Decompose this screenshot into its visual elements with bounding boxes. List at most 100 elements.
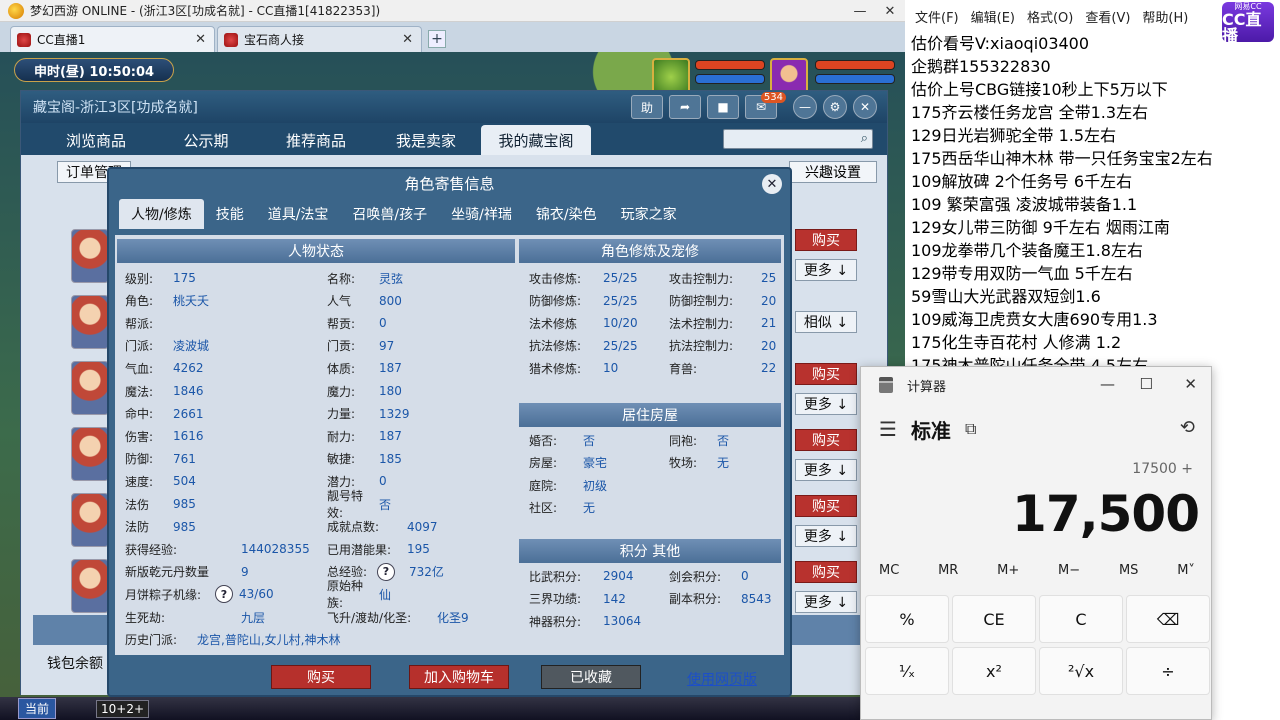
stat-label: 婚否: xyxy=(529,433,558,448)
search-icon[interactable]: ⌕ xyxy=(861,131,868,146)
stat-label: 法术修炼 xyxy=(529,316,578,331)
role-avatar[interactable] xyxy=(71,295,109,349)
nav-browse[interactable]: 浏览商品 xyxy=(41,125,151,155)
use-web-version-link[interactable]: 使用网页版 xyxy=(687,669,757,689)
role-avatar[interactable] xyxy=(71,559,109,613)
notepad-text-area[interactable]: 估价看号V:xiaoqi03400 企鹅群155322830 估价上号CBG链接10… xyxy=(911,32,1271,372)
tab-pets[interactable]: 召唤兽/孩子 xyxy=(340,199,439,229)
tab-skills[interactable]: 技能 xyxy=(204,199,256,229)
help-button[interactable]: 助 xyxy=(631,95,663,119)
clear-key[interactable]: C xyxy=(1039,595,1123,643)
history-icon[interactable]: ⟲ xyxy=(1180,417,1195,438)
menu-help[interactable]: 帮助(H) xyxy=(1142,7,1188,26)
nav-seller[interactable]: 我是卖家 xyxy=(371,125,481,155)
role-avatar[interactable] xyxy=(71,361,109,415)
share-icon[interactable]: ➦ xyxy=(669,95,701,119)
settings-gear-icon[interactable]: ⚙ xyxy=(823,95,847,119)
buy-button[interactable]: 购买 xyxy=(795,429,857,451)
minimize-button[interactable]: — xyxy=(1100,375,1115,393)
buy-button[interactable]: 购买 xyxy=(795,229,857,251)
role-avatar[interactable] xyxy=(71,427,109,481)
stat-label: 神器积分: xyxy=(529,614,582,629)
stat-row: 门派: 凌波城 xyxy=(125,337,209,355)
search-input[interactable]: ⌕ xyxy=(723,129,873,149)
current-channel-button[interactable]: 当前 xyxy=(18,698,57,719)
percent-key[interactable]: % xyxy=(865,595,949,643)
memory-list-button[interactable]: M˅ xyxy=(1177,563,1195,578)
memory-store-button[interactable]: MS xyxy=(1119,563,1138,578)
memory-clear-button[interactable]: MC xyxy=(879,563,899,578)
help-question-icon[interactable]: ? xyxy=(215,585,233,604)
more-button[interactable]: 更多 ↓ xyxy=(795,459,857,481)
tab-close-icon[interactable]: ✕ xyxy=(195,32,206,47)
hamburger-menu-icon[interactable]: ☰ xyxy=(879,417,897,441)
close-button[interactable]: ✕ xyxy=(1184,375,1197,393)
interest-settings-button[interactable]: 兴趣设置 xyxy=(789,161,877,183)
minimize-icon[interactable]: — xyxy=(793,95,817,119)
new-tab-button[interactable]: + xyxy=(428,30,446,48)
tab-items[interactable]: 道具/法宝 xyxy=(256,199,341,229)
tab-close-icon[interactable]: ✕ xyxy=(402,32,413,47)
square-root-key[interactable]: ²√x xyxy=(1039,647,1123,695)
stat-value: 43/60 xyxy=(239,587,274,602)
backspace-key[interactable]: ⌫ xyxy=(1126,595,1210,643)
stat-value: 21 xyxy=(761,316,777,331)
tab-cc-live[interactable]: CC直播1 ✕ xyxy=(10,26,215,52)
help-question-icon[interactable]: ? xyxy=(377,562,395,581)
divide-key[interactable]: ÷ xyxy=(1126,647,1210,695)
stat-row: 比武积分: 2904 xyxy=(529,567,634,585)
close-window-button[interactable]: ✕ xyxy=(875,0,905,22)
message-icon[interactable]: ✉ 534 xyxy=(745,92,786,119)
minimize-button[interactable]: — xyxy=(845,0,875,22)
notepad-line: 129带专用双防一气血 5千左右 xyxy=(911,264,1133,283)
nav-my-cbg[interactable]: 我的藏宝阁 xyxy=(481,125,591,155)
dialog-close-icon[interactable]: ✕ xyxy=(762,174,782,194)
calculator-titlebar: 计算器 — ☐ ✕ xyxy=(861,367,1211,403)
buy-button[interactable]: 购买 xyxy=(795,495,857,517)
stat-value: 25/25 xyxy=(603,293,638,308)
tab-label: CC直播1 xyxy=(37,33,86,47)
keep-on-top-icon[interactable]: ⧉ xyxy=(965,419,976,439)
buy-now-button[interactable]: 购买 xyxy=(271,665,371,689)
stat-label: 新版乾元丹数量 xyxy=(125,565,210,580)
chat-input[interactable]: 10+2+ xyxy=(96,699,150,718)
tab-outfits[interactable]: 锦衣/染色 xyxy=(524,199,609,229)
tab-gem-merchant[interactable]: 宝石商人接 ✕ xyxy=(217,26,422,52)
more-button[interactable]: 更多 ↓ xyxy=(795,525,857,547)
more-button[interactable]: 更多 ↓ xyxy=(795,393,857,415)
stat-value: 10 xyxy=(603,361,619,376)
menu-format[interactable]: 格式(O) xyxy=(1027,7,1073,26)
buy-button[interactable]: 购买 xyxy=(795,561,857,583)
role-avatar[interactable] xyxy=(71,229,109,283)
stat-label: 帮贡: xyxy=(327,316,356,331)
close-icon[interactable]: ✕ xyxy=(853,95,877,119)
similar-button[interactable]: 相似 ↓ xyxy=(795,311,857,333)
maximize-button[interactable]: ☐ xyxy=(1140,375,1153,393)
nav-public[interactable]: 公示期 xyxy=(151,125,261,155)
menu-file[interactable]: 文件(F) xyxy=(915,7,959,26)
menu-edit[interactable]: 编辑(E) xyxy=(971,7,1015,26)
memory-add-button[interactable]: M+ xyxy=(997,563,1019,578)
stat-value: 否 xyxy=(717,433,730,448)
reciprocal-key[interactable]: ¹⁄ₓ xyxy=(865,647,949,695)
more-button[interactable]: 更多 ↓ xyxy=(795,591,857,613)
memory-recall-button[interactable]: MR xyxy=(938,563,958,578)
role-avatar[interactable] xyxy=(71,493,109,547)
tab-player-home[interactable]: 玩家之家 xyxy=(609,199,689,229)
memory-subtract-button[interactable]: M− xyxy=(1058,563,1080,578)
menu-view[interactable]: 查看(V) xyxy=(1085,7,1130,26)
clear-entry-key[interactable]: CE xyxy=(952,595,1036,643)
square-key[interactable]: x² xyxy=(952,647,1036,695)
tab-role-cultivation[interactable]: 人物/修炼 xyxy=(119,199,204,229)
nav-recommend[interactable]: 推荐商品 xyxy=(261,125,371,155)
stat-value: 97 xyxy=(379,338,395,353)
stat-value: 187 xyxy=(379,361,402,376)
stat-row: 社区: 无 xyxy=(529,499,595,517)
more-button[interactable]: 更多 ↓ xyxy=(795,259,857,281)
add-to-cart-button[interactable]: 加入购物车 xyxy=(409,665,509,689)
favorited-button[interactable]: 已收藏 xyxy=(541,665,641,689)
stat-row: 抗法修炼: 25/25 xyxy=(529,337,638,355)
buy-button[interactable]: 购买 xyxy=(795,363,857,385)
stop-icon[interactable]: ■ xyxy=(707,95,739,119)
tab-mounts[interactable]: 坐骑/祥瑞 xyxy=(439,199,524,229)
